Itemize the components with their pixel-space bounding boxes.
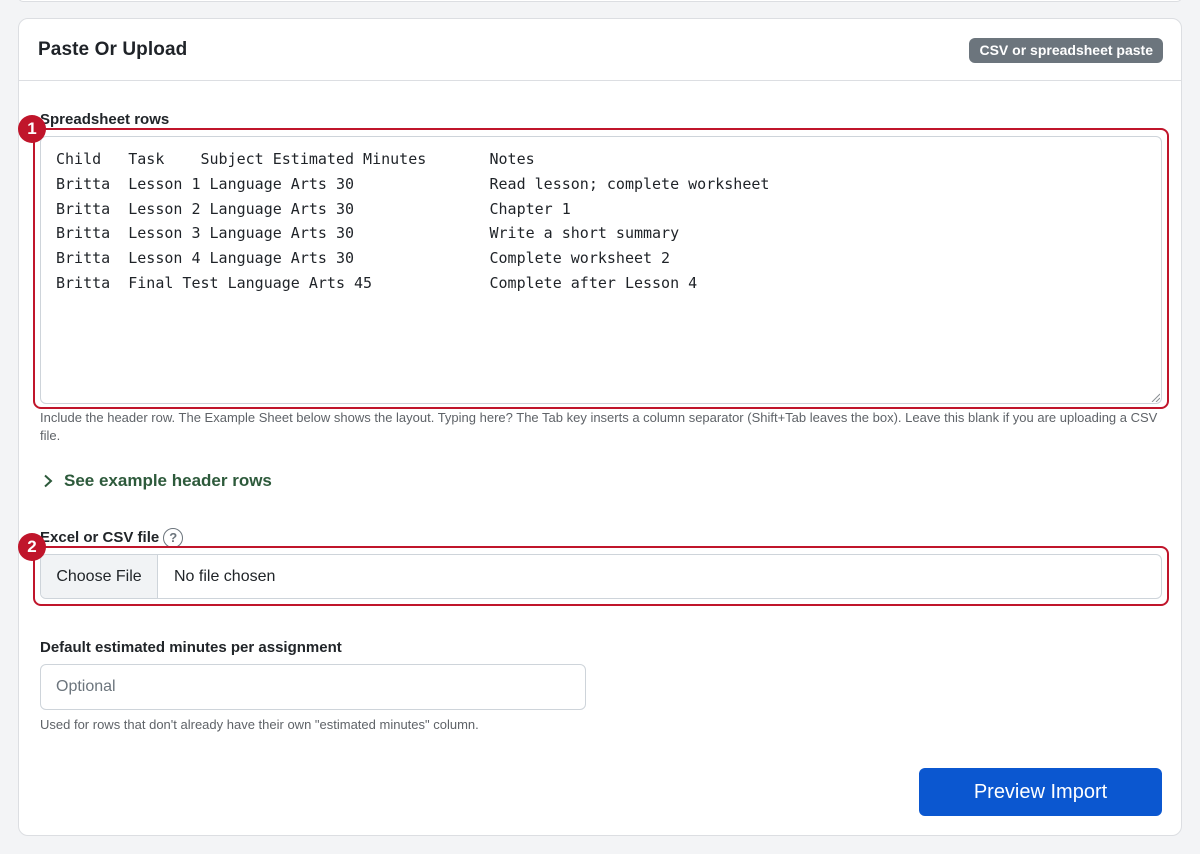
example-header-rows-toggle[interactable]: See example header rows xyxy=(43,471,272,491)
preview-import-button[interactable]: Preview Import xyxy=(919,768,1162,816)
annotation-badge-2: 2 xyxy=(18,533,46,561)
highlight-box-1 xyxy=(33,128,1169,409)
default-minutes-help-text: Used for rows that don't already have th… xyxy=(40,717,479,732)
chevron-right-icon xyxy=(44,474,53,488)
previous-card xyxy=(18,0,1182,2)
example-toggle-label: See example header rows xyxy=(64,471,272,490)
card-header: Paste Or Upload CSV or spreadsheet paste xyxy=(19,19,1181,81)
help-icon[interactable]: ? xyxy=(163,528,184,548)
spreadsheet-help-text: Include the header row. The Example Shee… xyxy=(40,410,1158,443)
format-badge: CSV or spreadsheet paste xyxy=(969,38,1163,63)
card-title: Paste Or Upload xyxy=(38,39,188,60)
highlight-box-2 xyxy=(33,546,1169,606)
annotation-badge-1: 1 xyxy=(18,115,46,143)
file-label-row: Excel or CSV file? xyxy=(40,528,184,548)
spreadsheet-rows-label: Spreadsheet rows xyxy=(40,111,170,128)
file-label: Excel or CSV file xyxy=(40,528,160,546)
default-minutes-label: Default estimated minutes per assignment xyxy=(40,639,342,656)
default-minutes-input[interactable] xyxy=(40,664,586,710)
